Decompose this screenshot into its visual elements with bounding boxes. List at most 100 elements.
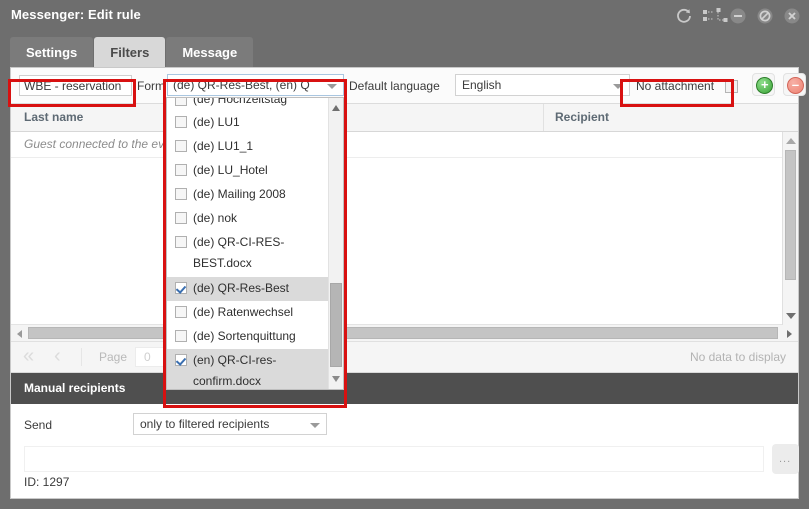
- layout-icon[interactable]: [702, 7, 728, 25]
- remove-filter-button[interactable]: –: [783, 73, 806, 96]
- manual-recipients-input[interactable]: [24, 446, 764, 472]
- no-attachment-checkbox[interactable]: [725, 80, 738, 93]
- checkbox[interactable]: [175, 116, 187, 128]
- window-title: Messenger: Edit rule: [11, 7, 141, 22]
- dropdown-item-label: (de) LU1: [193, 115, 240, 129]
- grid-horizontal-scrollbar[interactable]: [11, 325, 798, 342]
- chevron-down-icon: [327, 84, 337, 89]
- scroll-up-icon[interactable]: [786, 138, 796, 144]
- grid-pager: « ‹ Page 0 No data to display: [11, 342, 798, 373]
- tab-bar: Settings Filters Message: [10, 36, 254, 68]
- dropdown-item-label: (en) QR-CI-res-confirm.docx: [193, 353, 277, 388]
- dropdown-item-selected[interactable]: (de) QR-Res-Best: [167, 277, 343, 301]
- send-mode-select[interactable]: only to filtered recipients: [133, 413, 327, 435]
- chevron-down-icon: [310, 423, 320, 428]
- tab-message[interactable]: Message: [166, 37, 254, 68]
- refresh-icon[interactable]: [675, 7, 693, 25]
- filters-panel: WBE - reservation Form (de) QR-Res-Best,…: [10, 67, 806, 499]
- grid-header: Last name Recipient: [11, 104, 798, 132]
- checkbox-checked[interactable]: [175, 282, 187, 294]
- browse-recipients-button[interactable]: ...: [772, 444, 799, 474]
- scrollbar-thumb[interactable]: [330, 283, 342, 367]
- add-glyph: +: [760, 77, 769, 92]
- form-select-value: (de) QR-Res-Best, (en) Q: [173, 78, 310, 92]
- checkbox[interactable]: [175, 188, 187, 200]
- dropdown-item-label: (de) QR-Res-Best: [193, 281, 290, 295]
- checkbox[interactable]: [175, 164, 187, 176]
- first-page-button[interactable]: «: [23, 345, 34, 368]
- grid-filter-row[interactable]: Guest connected to the ev: [11, 132, 798, 158]
- default-language-select[interactable]: English: [455, 74, 630, 96]
- rule-name-input[interactable]: WBE - reservation: [19, 75, 132, 96]
- checkbox-checked[interactable]: [175, 354, 187, 366]
- prev-page-button[interactable]: ‹: [54, 345, 61, 368]
- dropdown-item[interactable]: (de) nok: [167, 207, 343, 231]
- window-controls: [675, 5, 801, 27]
- column-header-recipient[interactable]: Recipient: [555, 110, 609, 124]
- dropdown-item[interactable]: (de) LU1_1: [167, 135, 343, 159]
- scroll-down-icon[interactable]: [332, 376, 340, 382]
- dropdown-item[interactable]: (de) LU1: [167, 111, 343, 135]
- grid-body: Guest connected to the ev: [11, 132, 798, 325]
- scrollbar-thumb[interactable]: [785, 150, 796, 280]
- grid-vertical-scrollbar[interactable]: [782, 132, 798, 325]
- dropdown-item-clipped[interactable]: (de) Hochzeitstag: [167, 98, 343, 111]
- scrollbar-thumb[interactable]: [28, 327, 778, 339]
- messenger-edit-rule-window: Messenger: Edit rule Settings Filters Me…: [0, 0, 809, 509]
- dropdown-item-label: (de) Ratenwechsel: [193, 305, 294, 319]
- page-label: Page: [99, 350, 128, 364]
- tab-filters[interactable]: Filters: [94, 37, 166, 68]
- column-divider[interactable]: [543, 104, 544, 131]
- filters-toolbar: WBE - reservation Form (de) QR-Res-Best,…: [11, 68, 806, 104]
- form-label: Form: [137, 79, 165, 93]
- chevron-down-icon: [613, 84, 623, 89]
- add-filter-button[interactable]: +: [752, 73, 775, 96]
- dropdown-item-label: (de) LU1_1: [193, 139, 254, 153]
- scroll-left-icon[interactable]: [17, 330, 22, 338]
- dropdown-item[interactable]: (de) QR-CI-RES-BEST.docx: [167, 231, 343, 277]
- no-attachment-label: No attachment: [636, 79, 715, 93]
- default-language-label: Default language: [349, 79, 440, 93]
- checkbox[interactable]: [175, 330, 187, 342]
- scroll-right-icon[interactable]: [787, 330, 792, 338]
- column-header-last-name[interactable]: Last name: [24, 110, 83, 124]
- pager-divider: [81, 348, 82, 366]
- dropdown-item[interactable]: (de) Mailing 2008: [167, 183, 343, 207]
- dropdown-item-label: (de) Hochzeitstag: [193, 98, 288, 106]
- title-bar: Messenger: Edit rule: [0, 0, 809, 31]
- scroll-up-icon[interactable]: [332, 105, 340, 111]
- dropdown-item-selected[interactable]: (en) QR-CI-res-confirm.docx: [167, 349, 343, 389]
- dropdown-item[interactable]: (de) Sortenquittung: [167, 325, 343, 349]
- dropdown-item-label: (de) QR-CI-RES-BEST.docx: [193, 235, 285, 270]
- dropdown-item-label: (de) Sortenquittung: [193, 329, 296, 343]
- plus-circle-icon: +: [756, 77, 773, 94]
- page-number-value: 0: [144, 350, 151, 364]
- checkbox[interactable]: [175, 306, 187, 318]
- checkbox[interactable]: [175, 212, 187, 224]
- minimize-icon[interactable]: [729, 7, 747, 25]
- dropdown-item-label: (de) LU_Hotel: [193, 163, 268, 177]
- minus-circle-icon: –: [787, 77, 804, 94]
- manual-recipients-title: Manual recipients: [24, 381, 126, 395]
- checkbox[interactable]: [175, 236, 187, 248]
- dropdown-item[interactable]: (de) LU_Hotel: [167, 159, 343, 183]
- dropdown-item-label: (de) Mailing 2008: [193, 187, 286, 201]
- form-select[interactable]: (de) QR-Res-Best, (en) Q: [167, 74, 344, 96]
- no-data-message: No data to display: [689, 350, 786, 364]
- dropdown-item-label: (de) nok: [193, 211, 238, 225]
- page-number-input[interactable]: 0: [135, 347, 164, 367]
- tab-settings[interactable]: Settings: [10, 37, 94, 68]
- form-dropdown-list[interactable]: (de) Hochzeitstag (de) LU1 (de) LU1_1 (d…: [166, 97, 344, 390]
- manual-recipients-header: Manual recipients: [11, 373, 798, 404]
- dropdown-item[interactable]: (de) Ratenwechsel: [167, 301, 343, 325]
- checkbox[interactable]: [175, 98, 187, 106]
- scroll-down-icon[interactable]: [786, 313, 796, 319]
- default-language-value: English: [462, 78, 502, 92]
- restore-icon[interactable]: [756, 7, 774, 25]
- send-mode-value: only to filtered recipients: [140, 417, 270, 431]
- close-icon[interactable]: [783, 7, 801, 25]
- checkbox[interactable]: [175, 140, 187, 152]
- send-label: Send: [24, 418, 53, 432]
- manual-recipients-body: Send only to filtered recipients ... ID:…: [11, 404, 799, 498]
- dropdown-scrollbar[interactable]: [328, 98, 343, 389]
